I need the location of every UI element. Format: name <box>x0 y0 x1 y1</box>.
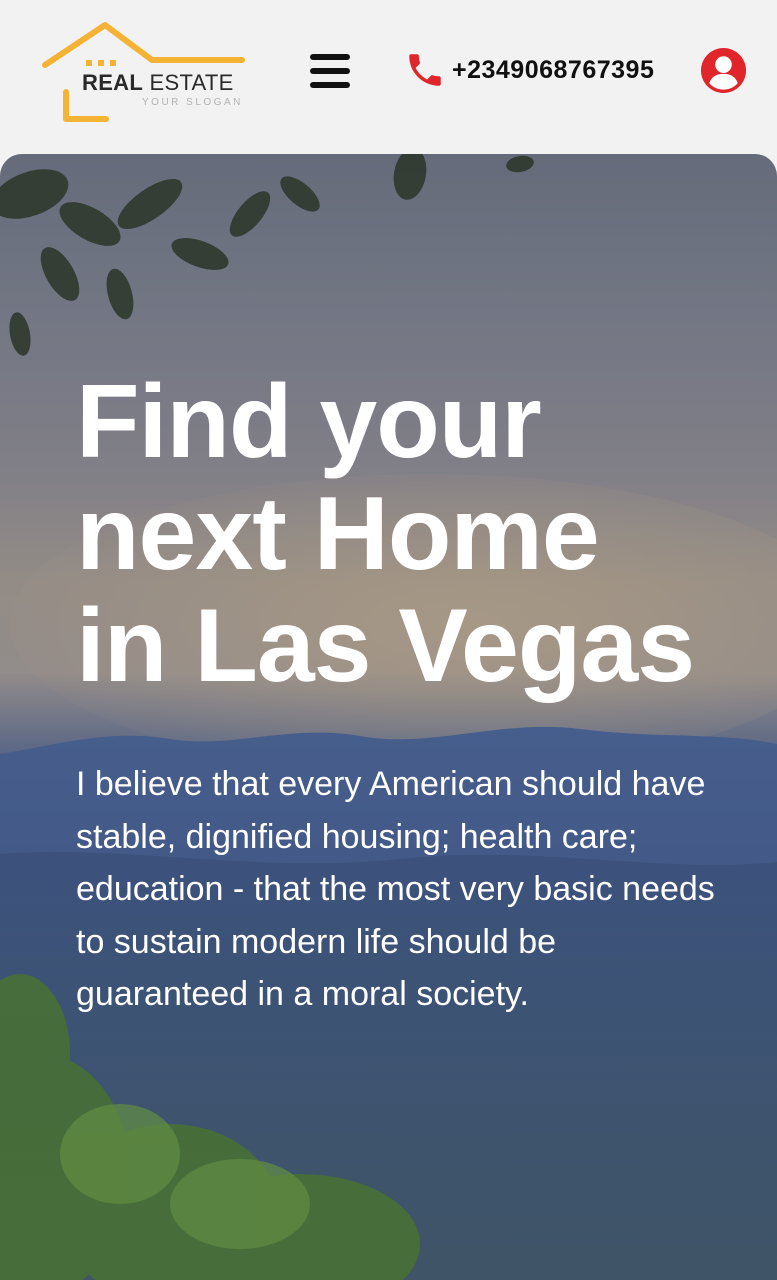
hero-title: Find your next Home in Las Vegas <box>76 364 695 704</box>
mountain-landscape-photo <box>0 154 777 1280</box>
hero-section: Find your next Home in Las Vegas I belie… <box>0 154 777 1280</box>
phone-link[interactable]: +2349068767395 <box>404 48 654 92</box>
hamburger-menu-icon[interactable] <box>308 52 352 90</box>
logo[interactable]: REAL ESTATE YOUR SLOGAN <box>40 20 250 124</box>
site-header: REAL ESTATE YOUR SLOGAN +2349068767395 <box>0 0 777 154</box>
hero-description: I believe that every American should hav… <box>76 765 715 1013</box>
logo-name: REAL ESTATE <box>82 70 234 95</box>
user-circle-icon[interactable] <box>700 47 747 94</box>
phone-icon <box>409 54 441 86</box>
phone-number: +2349068767395 <box>452 55 655 84</box>
logo-slogan: YOUR SLOGAN <box>142 97 243 108</box>
